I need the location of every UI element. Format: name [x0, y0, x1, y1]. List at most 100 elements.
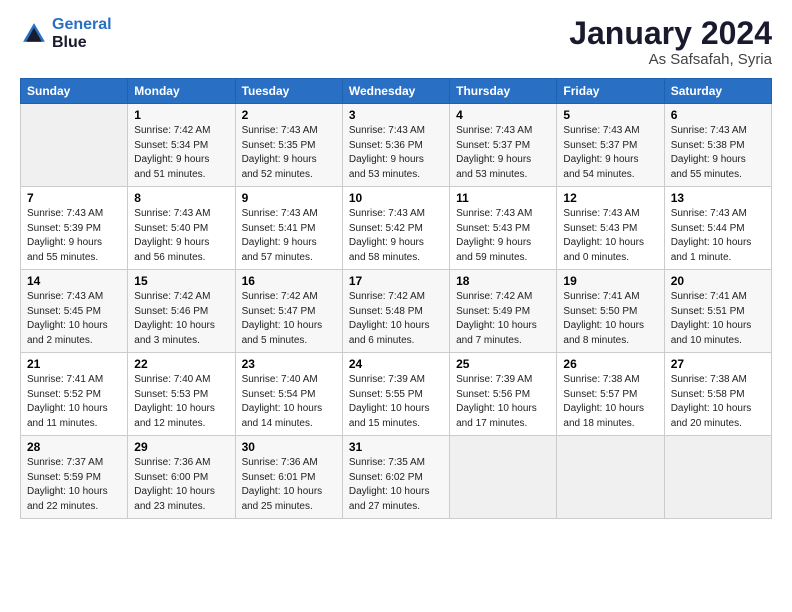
col-header-thursday: Thursday: [450, 79, 557, 104]
day-number: 7: [27, 191, 121, 205]
day-number: 2: [242, 108, 336, 122]
col-header-sunday: Sunday: [21, 79, 128, 104]
day-number: 9: [242, 191, 336, 205]
day-number: 14: [27, 274, 121, 288]
logo-blue: Blue: [52, 34, 87, 51]
logo-icon: [20, 20, 48, 48]
day-number: 6: [671, 108, 765, 122]
calendar-cell: 25 Sunrise: 7:39 AMSunset: 5:56 PMDayligh…: [450, 353, 557, 436]
day-info: Sunrise: 7:41 AMSunset: 5:51 PMDaylight:…: [671, 290, 765, 348]
day-number: 22: [134, 357, 228, 371]
calendar-cell: 28 Sunrise: 7:37 AMSunset: 5:59 PMDayligh…: [21, 436, 128, 519]
calendar-cell: [21, 104, 128, 187]
calendar-cell: 31Sunrise: 7:35 AMSunset: 6:02 PMDayligh…: [342, 436, 449, 519]
day-number: 24: [349, 357, 443, 371]
subtitle: As Safsafah, Syria: [569, 51, 772, 68]
main-title: January 2024: [569, 16, 772, 51]
day-number: 10: [349, 191, 443, 205]
day-number: 3: [349, 108, 443, 122]
day-info: Sunrise: 7:37 AMSunset: 5:59 PMDaylight:…: [27, 456, 121, 514]
logo: General Blue: [20, 16, 112, 51]
calendar-week-2: 7 Sunrise: 7:43 AMSunset: 5:39 PMDaylight…: [21, 187, 772, 270]
calendar-cell: 19Sunrise: 7:41 AMSunset: 5:50 PMDayligh…: [557, 270, 664, 353]
calendar-cell: 15 Sunrise: 7:42 AMSunset: 5:46 PMDayligh…: [128, 270, 235, 353]
day-info: Sunrise: 7:43 AMSunset: 5:43 PMDaylight:…: [563, 207, 657, 265]
calendar-cell: 12 Sunrise: 7:43 AMSunset: 5:43 PMDayligh…: [557, 187, 664, 270]
day-number: 1: [134, 108, 228, 122]
calendar-cell: [450, 436, 557, 519]
day-number: 5: [563, 108, 657, 122]
day-number: 17: [349, 274, 443, 288]
day-number: 13: [671, 191, 765, 205]
calendar-cell: 3 Sunrise: 7:43 AMSunset: 5:36 PMDaylight…: [342, 104, 449, 187]
day-number: 30: [242, 440, 336, 454]
calendar-cell: 20 Sunrise: 7:41 AMSunset: 5:51 PMDayligh…: [664, 270, 771, 353]
day-number: 26: [563, 357, 657, 371]
day-number: 21: [27, 357, 121, 371]
calendar-cell: 10 Sunrise: 7:43 AMSunset: 5:42 PMDayligh…: [342, 187, 449, 270]
day-info: Sunrise: 7:43 AMSunset: 5:37 PMDaylight:…: [456, 124, 550, 182]
day-info: Sunrise: 7:43 AMSunset: 5:35 PMDaylight:…: [242, 124, 336, 182]
day-number: 25: [456, 357, 550, 371]
calendar-week-5: 28 Sunrise: 7:37 AMSunset: 5:59 PMDayligh…: [21, 436, 772, 519]
day-number: 23: [242, 357, 336, 371]
day-info: Sunrise: 7:43 AMSunset: 5:45 PMDaylight:…: [27, 290, 121, 348]
calendar-cell: 1Sunrise: 7:42 AMSunset: 5:34 PMDaylight…: [128, 104, 235, 187]
calendar-cell: 18Sunrise: 7:42 AMSunset: 5:49 PMDayligh…: [450, 270, 557, 353]
day-info: Sunrise: 7:43 AMSunset: 5:40 PMDaylight:…: [134, 207, 228, 265]
calendar-cell: 21 Sunrise: 7:41 AMSunset: 5:52 PMDayligh…: [21, 353, 128, 436]
calendar-week-1: 1Sunrise: 7:42 AMSunset: 5:34 PMDaylight…: [21, 104, 772, 187]
day-number: 18: [456, 274, 550, 288]
calendar-cell: 17 Sunrise: 7:42 AMSunset: 5:48 PMDayligh…: [342, 270, 449, 353]
day-info: Sunrise: 7:35 AMSunset: 6:02 PMDaylight:…: [349, 456, 443, 514]
calendar-cell: 24 Sunrise: 7:39 AMSunset: 5:55 PMDayligh…: [342, 353, 449, 436]
calendar-cell: 2 Sunrise: 7:43 AMSunset: 5:35 PMDaylight…: [235, 104, 342, 187]
calendar-cell: 8 Sunrise: 7:43 AMSunset: 5:40 PMDaylight…: [128, 187, 235, 270]
day-info: Sunrise: 7:43 AMSunset: 5:44 PMDaylight:…: [671, 207, 765, 265]
day-number: 28: [27, 440, 121, 454]
day-number: 4: [456, 108, 550, 122]
calendar-cell: 27Sunrise: 7:38 AMSunset: 5:58 PMDayligh…: [664, 353, 771, 436]
day-info: Sunrise: 7:42 AMSunset: 5:48 PMDaylight:…: [349, 290, 443, 348]
calendar-cell: 7 Sunrise: 7:43 AMSunset: 5:39 PMDaylight…: [21, 187, 128, 270]
calendar-week-3: 14 Sunrise: 7:43 AMSunset: 5:45 PMDayligh…: [21, 270, 772, 353]
calendar-cell: 5Sunrise: 7:43 AMSunset: 5:37 PMDaylight…: [557, 104, 664, 187]
col-header-monday: Monday: [128, 79, 235, 104]
day-info: Sunrise: 7:43 AMSunset: 5:43 PMDaylight:…: [456, 207, 550, 265]
calendar-header: SundayMondayTuesdayWednesdayThursdayFrid…: [21, 79, 772, 104]
day-number: 29: [134, 440, 228, 454]
calendar-cell: [664, 436, 771, 519]
day-info: Sunrise: 7:43 AMSunset: 5:42 PMDaylight:…: [349, 207, 443, 265]
col-header-tuesday: Tuesday: [235, 79, 342, 104]
calendar-cell: 26 Sunrise: 7:38 AMSunset: 5:57 PMDayligh…: [557, 353, 664, 436]
day-info: Sunrise: 7:43 AMSunset: 5:39 PMDaylight:…: [27, 207, 121, 265]
day-info: Sunrise: 7:42 AMSunset: 5:46 PMDaylight:…: [134, 290, 228, 348]
calendar-cell: [557, 436, 664, 519]
day-info: Sunrise: 7:39 AMSunset: 5:56 PMDaylight:…: [456, 373, 550, 431]
day-number: 15: [134, 274, 228, 288]
day-number: 8: [134, 191, 228, 205]
calendar-cell: 16 Sunrise: 7:42 AMSunset: 5:47 PMDayligh…: [235, 270, 342, 353]
calendar-cell: 23 Sunrise: 7:40 AMSunset: 5:54 PMDayligh…: [235, 353, 342, 436]
calendar-cell: 4 Sunrise: 7:43 AMSunset: 5:37 PMDaylight…: [450, 104, 557, 187]
day-info: Sunrise: 7:36 AMSunset: 6:00 PMDaylight:…: [134, 456, 228, 514]
day-info: Sunrise: 7:38 AMSunset: 5:57 PMDaylight:…: [563, 373, 657, 431]
day-number: 12: [563, 191, 657, 205]
day-info: Sunrise: 7:41 AMSunset: 5:52 PMDaylight:…: [27, 373, 121, 431]
calendar-cell: 9Sunrise: 7:43 AMSunset: 5:41 PMDaylight…: [235, 187, 342, 270]
day-number: 16: [242, 274, 336, 288]
calendar-cell: 30 Sunrise: 7:36 AMSunset: 6:01 PMDayligh…: [235, 436, 342, 519]
day-number: 19: [563, 274, 657, 288]
day-info: Sunrise: 7:43 AMSunset: 5:36 PMDaylight:…: [349, 124, 443, 182]
day-info: Sunrise: 7:36 AMSunset: 6:01 PMDaylight:…: [242, 456, 336, 514]
day-number: 20: [671, 274, 765, 288]
calendar-cell: 29 Sunrise: 7:36 AMSunset: 6:00 PMDayligh…: [128, 436, 235, 519]
calendar-table: SundayMondayTuesdayWednesdayThursdayFrid…: [20, 78, 772, 519]
page-header: General Blue January 2024 As Safsafah, S…: [20, 16, 772, 68]
day-info: Sunrise: 7:40 AMSunset: 5:54 PMDaylight:…: [242, 373, 336, 431]
day-info: Sunrise: 7:38 AMSunset: 5:58 PMDaylight:…: [671, 373, 765, 431]
calendar-cell: 13 Sunrise: 7:43 AMSunset: 5:44 PMDayligh…: [664, 187, 771, 270]
col-header-saturday: Saturday: [664, 79, 771, 104]
day-info: Sunrise: 7:42 AMSunset: 5:47 PMDaylight:…: [242, 290, 336, 348]
day-info: Sunrise: 7:39 AMSunset: 5:55 PMDaylight:…: [349, 373, 443, 431]
